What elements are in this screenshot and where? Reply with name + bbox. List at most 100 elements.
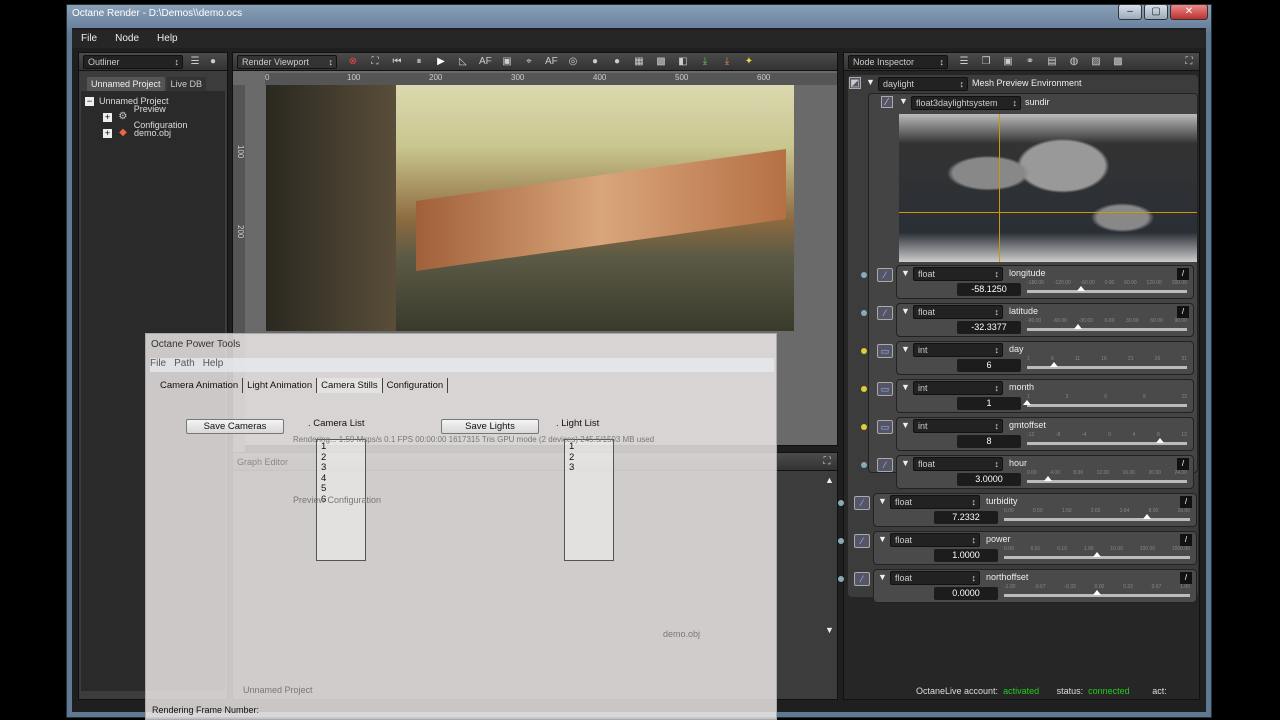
expand-triangle[interactable]: ▼ <box>901 306 910 316</box>
tab-camera-animation[interactable]: Camera Animation <box>156 378 244 393</box>
list-item[interactable]: 3 <box>321 462 361 474</box>
slider-thumb[interactable] <box>1143 514 1152 519</box>
curve-icon[interactable]: ⁄ <box>877 458 893 472</box>
param-value-input[interactable]: 8 <box>957 435 1021 448</box>
expand-triangle[interactable]: ▼ <box>901 382 910 392</box>
menu-icon[interactable]: ☰ <box>189 56 201 68</box>
menu-file[interactable]: File <box>72 30 106 47</box>
close-button[interactable]: ✕ <box>1170 4 1208 20</box>
expand-triangle[interactable]: ▼ <box>901 420 910 430</box>
tab-camera-stills[interactable]: Camera Stills <box>317 378 383 393</box>
slider-thumb[interactable] <box>1155 438 1164 443</box>
fullscreen-icon[interactable]: ⛶ <box>1183 56 1195 68</box>
curve-icon[interactable]: ⁄ <box>854 496 870 510</box>
film-icon[interactable]: ▤ <box>1046 56 1058 68</box>
connection-dot[interactable] <box>838 538 844 544</box>
stereo-icon[interactable]: ◎ <box>567 56 579 68</box>
param-value-input[interactable]: 1 <box>957 397 1021 410</box>
param-type-select[interactable]: int <box>913 343 1003 357</box>
reset-icon[interactable]: ⊗ <box>347 56 359 68</box>
param-slider[interactable] <box>1004 552 1190 559</box>
param-value-input[interactable]: 3.0000 <box>957 473 1021 486</box>
param-slider[interactable] <box>1023 400 1187 407</box>
expand-triangle[interactable]: ▼ <box>878 496 887 506</box>
curve-icon[interactable]: ⁄ <box>854 572 870 586</box>
menu-help[interactable]: Help <box>148 30 187 47</box>
globe-icon[interactable]: ◍ <box>1068 56 1080 68</box>
edit-icon[interactable]: / <box>1180 496 1192 508</box>
triangle-ruler-icon[interactable]: ◺ <box>457 56 469 68</box>
alpha-icon[interactable]: ◧ <box>677 56 689 68</box>
sphere-icon[interactable]: ● <box>589 56 601 68</box>
param-slider[interactable] <box>1027 438 1187 445</box>
param-value-input[interactable]: 0.0000 <box>934 587 998 600</box>
image-icon[interactable]: ▣ <box>1002 56 1014 68</box>
int-icon[interactable]: ▭ <box>877 344 893 358</box>
list-item[interactable]: 3 <box>569 462 609 474</box>
tab-unnamed-project[interactable]: Unnamed Project <box>87 77 165 91</box>
expand-triangle[interactable]: ▼ <box>878 534 887 544</box>
curve-icon[interactable]: ⁄ <box>877 268 893 282</box>
connection-dot[interactable] <box>861 424 867 430</box>
edit-icon[interactable]: / <box>1180 572 1192 584</box>
param-type-select[interactable]: int <box>913 381 1003 395</box>
param-type-select[interactable]: float <box>890 495 980 509</box>
export-icon[interactable]: ⤓ <box>699 56 711 68</box>
edit-icon[interactable]: / <box>1177 458 1189 470</box>
expand-icon[interactable]: + <box>103 112 112 122</box>
param-value-input[interactable]: -32.3377 <box>957 321 1021 334</box>
dialog-menu-file[interactable]: File <box>150 358 166 369</box>
param-type-select[interactable]: float <box>913 305 1003 319</box>
param-value-input[interactable]: 7.2332 <box>934 511 998 524</box>
edit-icon[interactable]: / <box>1177 268 1189 280</box>
int-icon[interactable]: ▭ <box>877 420 893 434</box>
pause-icon[interactable]: ⏸ <box>413 56 425 68</box>
curve-icon[interactable]: ⁄ <box>854 534 870 548</box>
play-icon[interactable]: ▶ <box>435 56 447 68</box>
minimize-button[interactable]: – <box>1118 4 1142 20</box>
menu-node[interactable]: Node <box>106 30 148 47</box>
sphere2-icon[interactable]: ● <box>611 56 623 68</box>
node-inspector-select[interactable]: Node Inspector <box>848 54 948 69</box>
list-icon[interactable]: ☰ <box>958 56 970 68</box>
expand-triangle[interactable]: ▼ <box>866 77 875 87</box>
slider-thumb[interactable] <box>1050 362 1059 367</box>
list-item[interactable]: 6 <box>321 494 361 506</box>
list-item[interactable]: 2 <box>569 452 609 464</box>
list-item[interactable]: 4 <box>321 473 361 485</box>
graph-scrollbar[interactable]: ▲ ▼ <box>825 475 835 665</box>
region-icon[interactable]: ▦ <box>633 56 645 68</box>
param-slider[interactable] <box>1004 514 1190 521</box>
connection-dot[interactable] <box>861 386 867 392</box>
param-value-input[interactable]: 1.0000 <box>934 549 998 562</box>
save-lights-button[interactable]: Save Lights <box>441 419 539 434</box>
list-item[interactable]: 1 <box>569 441 609 453</box>
tab-live-db[interactable]: Live DB <box>166 77 207 91</box>
param-type-select[interactable]: float <box>913 457 1003 471</box>
af-icon[interactable]: AF <box>545 56 558 68</box>
tab-light-animation[interactable]: Light Animation <box>243 378 318 393</box>
light-listbox[interactable]: 123 <box>564 439 614 561</box>
picture-icon[interactable]: ▨ <box>1090 56 1102 68</box>
dialog-menu-help[interactable]: Help <box>203 358 224 369</box>
collapse-icon[interactable]: − <box>85 96 94 106</box>
param-value-input[interactable]: -58.1250 <box>957 283 1021 296</box>
rewind-icon[interactable]: ⏮ <box>391 56 403 68</box>
render-image[interactable] <box>266 85 794 331</box>
connection-dot[interactable] <box>861 272 867 278</box>
slider-thumb[interactable] <box>1077 286 1086 291</box>
param-type-select[interactable]: float <box>913 267 1003 281</box>
param-slider[interactable] <box>1027 476 1187 483</box>
int-icon[interactable]: ▭ <box>877 382 893 396</box>
grid-icon[interactable]: ▩ <box>1112 56 1124 68</box>
dialog-menu-path[interactable]: Path <box>174 358 195 369</box>
connection-dot[interactable] <box>838 500 844 506</box>
param-type-select[interactable]: int <box>913 419 1003 433</box>
list-item[interactable]: 1 <box>321 441 361 453</box>
expand-triangle[interactable]: ▼ <box>899 96 908 106</box>
slider-thumb[interactable] <box>1043 476 1052 481</box>
save-cameras-button[interactable]: Save Cameras <box>186 419 284 434</box>
autofocus-icon[interactable]: AF <box>479 56 492 68</box>
slider-thumb[interactable] <box>1074 324 1083 329</box>
sundir-type-select[interactable]: float3daylightsystem <box>911 96 1021 110</box>
